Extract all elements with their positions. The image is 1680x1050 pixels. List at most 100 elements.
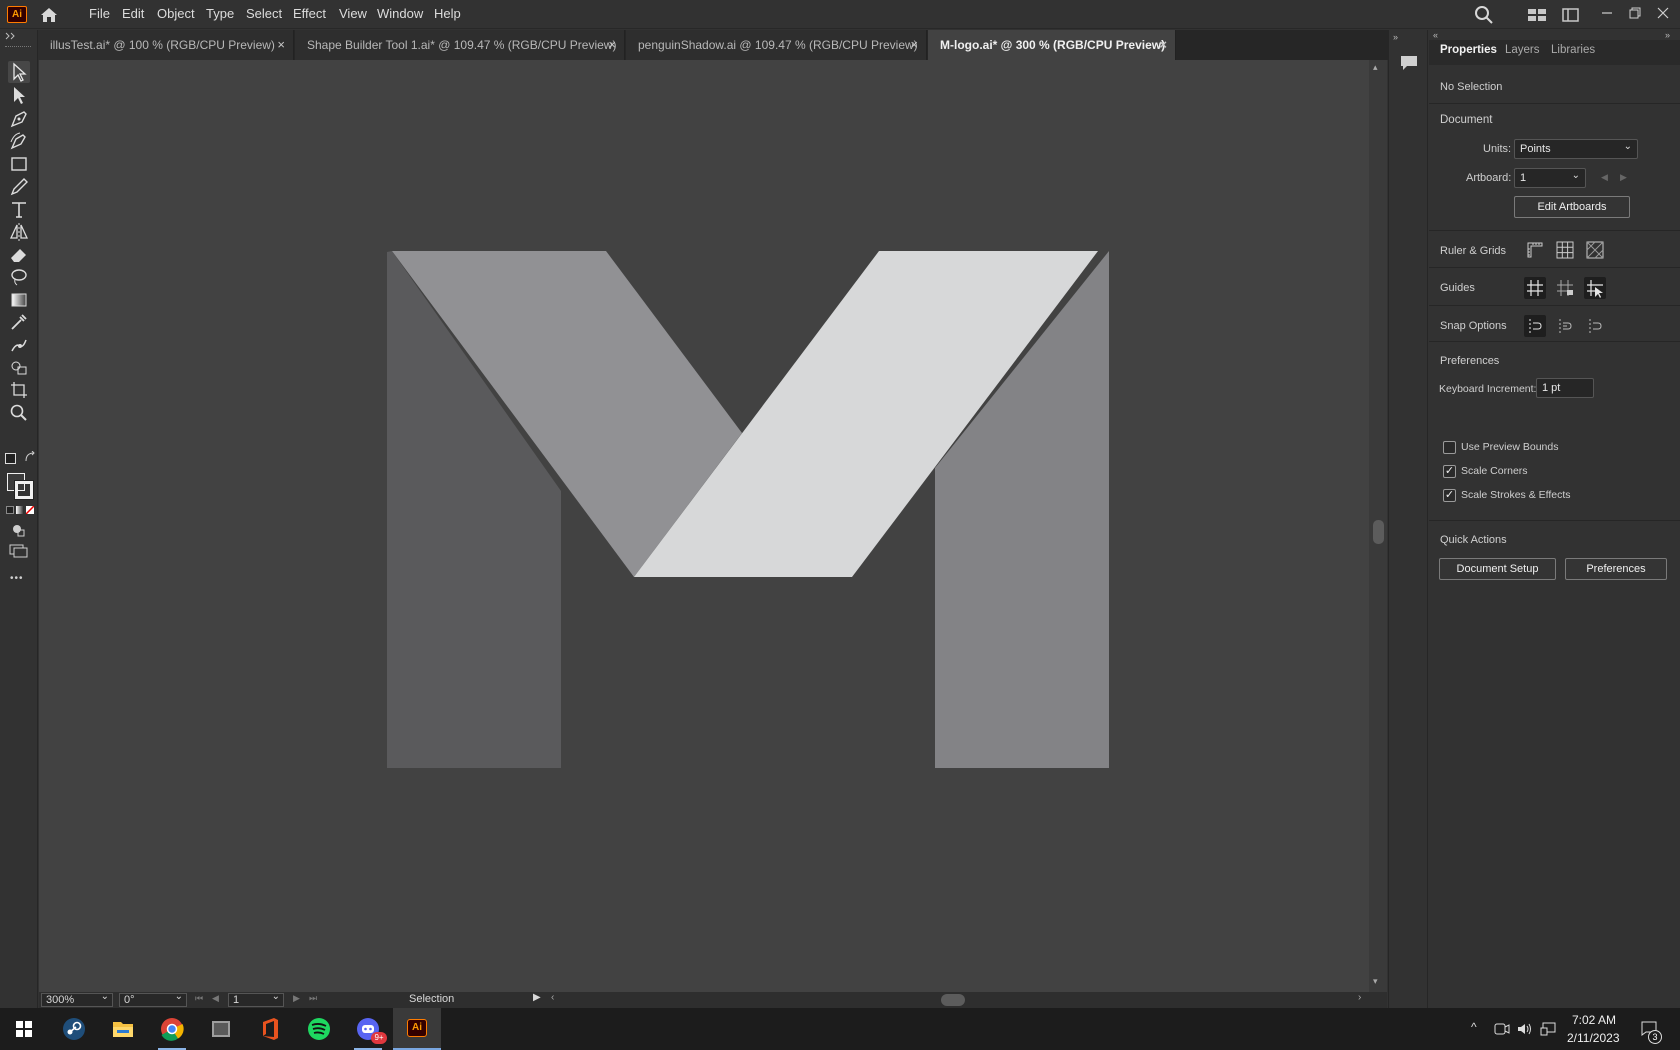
snap-to-grid-icon[interactable] [1554, 315, 1576, 337]
close-tab-icon[interactable]: × [277, 37, 285, 52]
default-fill-stroke-icon[interactable] [5, 453, 16, 464]
scroll-down-icon[interactable]: ▾ [1373, 976, 1378, 987]
transparency-grid-icon[interactable] [1584, 239, 1606, 261]
menu-type[interactable]: Type [206, 6, 234, 21]
rectangle-tool-icon[interactable] [8, 153, 30, 175]
last-artboard-icon[interactable]: ⏭ [309, 993, 317, 1004]
preferences-button[interactable]: Preferences [1565, 558, 1667, 580]
tab-illustest[interactable]: illusTest.ai* @ 100 % (RGB/CPU Preview) … [38, 30, 294, 60]
menu-window[interactable]: Window [377, 6, 423, 21]
m-logo-artwork[interactable] [39, 60, 1369, 992]
keyboard-increment-field[interactable]: 1 pt [1536, 378, 1594, 398]
type-tool-icon[interactable] [8, 198, 30, 220]
menu-select[interactable]: Select [246, 6, 282, 21]
none-mode-icon[interactable] [26, 506, 34, 514]
menu-file[interactable]: File [89, 6, 110, 21]
artboard-number-dropdown[interactable]: 1 ⌄ [228, 991, 284, 1007]
curvature-tool-icon[interactable] [8, 130, 30, 152]
menu-view[interactable]: View [339, 6, 367, 21]
pencil-tool-icon[interactable] [8, 176, 30, 198]
vertical-scrollbar[interactable]: ▴ ▾ [1369, 60, 1387, 992]
scale-strokes-checkbox[interactable]: ✓ [1443, 489, 1456, 502]
office-icon[interactable] [246, 1008, 294, 1050]
expand-dock-icon[interactable]: » [1393, 32, 1398, 42]
workspace-switcher-icon[interactable] [1561, 7, 1581, 23]
collapse-panel-icon[interactable]: » [1665, 30, 1670, 40]
show-hidden-icons[interactable]: ^ [1471, 1020, 1477, 1034]
gradient-mode-icon[interactable] [16, 506, 24, 514]
grid-icon[interactable] [1554, 239, 1576, 261]
puppet-warp-tool-icon[interactable] [8, 334, 30, 356]
next-artboard-icon[interactable]: ▶ [1620, 172, 1627, 183]
collapse-toolbar-icon[interactable] [5, 32, 17, 40]
reflect-tool-icon[interactable] [8, 221, 30, 243]
scroll-up-icon[interactable]: ▴ [1373, 62, 1378, 73]
show-guides-icon[interactable] [1524, 277, 1546, 299]
search-icon[interactable] [1474, 5, 1494, 25]
network-icon[interactable] [1540, 1022, 1556, 1036]
color-mode-icon[interactable] [6, 506, 14, 514]
minimize-button[interactable] [1596, 3, 1618, 23]
menu-effect[interactable]: Effect [293, 6, 326, 21]
edit-toolbar-icon[interactable]: ••• [10, 573, 24, 584]
tab-penguin-shadow[interactable]: penguinShadow.ai @ 109.47 % (RGB/CPU Pre… [626, 30, 927, 60]
artboard-dropdown[interactable]: 1 ⌄ [1514, 168, 1586, 188]
rotation-dropdown[interactable]: 0° ⌄ [119, 991, 187, 1007]
clock-time[interactable]: 7:02 AM [1572, 1013, 1616, 1027]
edit-artboards-button[interactable]: Edit Artboards [1514, 196, 1630, 218]
document-setup-button[interactable]: Document Setup [1439, 558, 1556, 580]
arrange-documents-icon[interactable] [1527, 7, 1547, 23]
drawing-modes-icon[interactable] [11, 523, 25, 537]
previous-artboard-icon[interactable]: ◀ [1601, 172, 1608, 183]
eraser-tool-icon[interactable] [8, 244, 30, 266]
collapse-panel-icon[interactable]: « [1433, 30, 1438, 40]
lock-guides-icon[interactable] [1554, 277, 1576, 299]
volume-icon[interactable] [1517, 1022, 1533, 1036]
app-window-icon[interactable] [197, 1008, 245, 1050]
swap-fill-stroke-icon[interactable] [24, 451, 36, 463]
start-button[interactable] [0, 1008, 48, 1050]
file-explorer-icon[interactable] [99, 1008, 147, 1050]
spotify-icon[interactable] [295, 1008, 343, 1050]
close-tab-icon[interactable]: × [910, 37, 918, 52]
lasso-tool-icon[interactable] [8, 266, 30, 288]
previous-artboard-icon[interactable]: ◀ [212, 993, 219, 1004]
gradient-tool-icon[interactable] [8, 289, 30, 311]
smart-guides-icon[interactable] [1584, 277, 1606, 299]
pen-tool-icon[interactable] [8, 108, 30, 130]
shape-builder-tool-icon[interactable] [8, 357, 30, 379]
status-menu-icon[interactable]: ▶ [533, 992, 541, 1003]
use-preview-bounds-checkbox[interactable] [1443, 441, 1456, 454]
close-window-button[interactable] [1652, 3, 1674, 23]
eyedropper-tool-icon[interactable] [8, 311, 30, 333]
tab-shape-builder[interactable]: Shape Builder Tool 1.ai* @ 109.47 % (RGB… [295, 30, 625, 60]
scale-corners-checkbox[interactable]: ✓ [1443, 465, 1456, 478]
clock-date[interactable]: 2/11/2023 [1567, 1031, 1620, 1045]
direct-selection-tool-icon[interactable] [8, 84, 30, 106]
close-tab-icon[interactable]: × [608, 37, 616, 52]
tab-m-logo[interactable]: M-logo.ai* @ 300 % (RGB/CPU Preview) × [928, 30, 1176, 60]
artboard-canvas[interactable] [39, 60, 1369, 992]
discord-icon[interactable]: 9+ [344, 1008, 392, 1050]
scroll-thumb[interactable] [1373, 520, 1384, 544]
comments-icon[interactable] [1398, 53, 1420, 73]
close-tab-icon[interactable]: × [1159, 37, 1167, 52]
toolbar-grip[interactable] [5, 46, 31, 49]
menu-help[interactable]: Help [434, 6, 461, 21]
menu-edit[interactable]: Edit [122, 6, 144, 21]
selection-tool-icon[interactable] [8, 61, 30, 83]
scroll-right-icon[interactable]: › [1358, 992, 1361, 1003]
tab-libraries[interactable]: Libraries [1551, 44, 1595, 56]
tab-properties[interactable]: Properties [1440, 44, 1497, 56]
artboard-tool-icon[interactable] [8, 379, 30, 401]
first-artboard-icon[interactable]: ⏮ [195, 993, 203, 1004]
scroll-left-icon[interactable]: ‹ [551, 992, 554, 1003]
units-dropdown[interactable]: Points ⌄ [1514, 139, 1638, 159]
home-icon[interactable] [38, 5, 60, 25]
next-artboard-icon[interactable]: ▶ [293, 993, 300, 1004]
horizontal-scroll-thumb[interactable] [941, 994, 965, 1006]
meet-now-icon[interactable] [1494, 1022, 1510, 1036]
rulers-icon[interactable] [1524, 239, 1546, 261]
snap-to-point-icon[interactable] [1524, 315, 1546, 337]
chrome-icon[interactable] [148, 1008, 196, 1050]
